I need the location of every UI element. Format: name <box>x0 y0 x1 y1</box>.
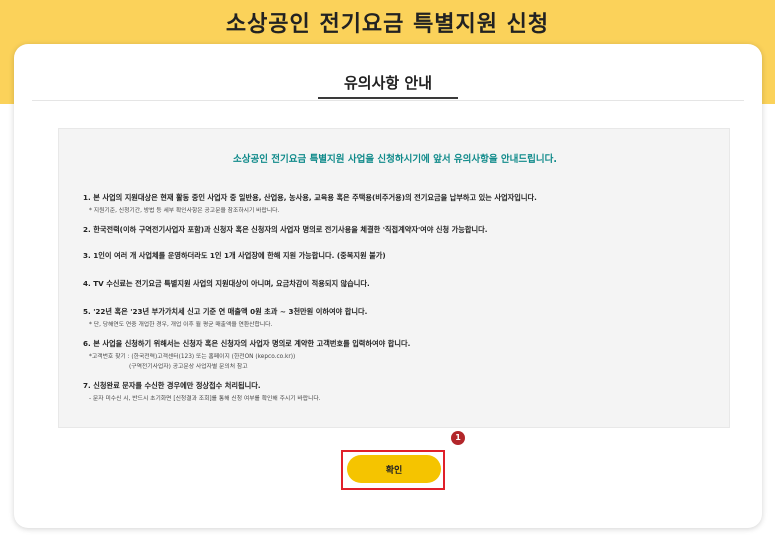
notice-item-6: 6. 본 사업을 신청하기 위해서는 신청자 혹은 신청자의 사업자 명의로 계… <box>83 339 713 370</box>
notice-title: 유의사항 안내 <box>343 74 433 92</box>
notice-item-text: 6. 본 사업을 신청하기 위해서는 신청자 혹은 신청자의 사업자 명의로 계… <box>83 339 411 348</box>
notice-content-box: 소상공인 전기요금 특별지원 사업을 신청하시기에 앞서 유의사항을 안내드립니… <box>58 128 730 428</box>
notice-item-subtext: * 지원기준, 신청기간, 방법 등 세부 확인사항은 공고문을 참조하시기 바… <box>89 208 280 214</box>
notice-item-3: 3. 1인이 여러 개 사업체를 운영하더라도 1인 1개 사업장에 한해 지원… <box>83 251 713 261</box>
title-divider <box>32 100 744 101</box>
notice-item-subtext: (구역전기사업자) 공고문상 사업자별 문의처 참고 <box>129 364 248 370</box>
notice-intro: 소상공인 전기요금 특별지원 사업을 신청하시기에 앞서 유의사항을 안내드립니… <box>233 154 557 165</box>
notice-item-text: 5. '22년 혹은 '23년 부가가치세 신고 기준 연 매출액 0원 초과 … <box>83 307 368 316</box>
notice-item-subtext: *고객번호 찾기 : (한국전력)고객센터(123) 또는 홈페이지 (한전ON… <box>89 354 296 360</box>
notice-item-text: 3. 1인이 여러 개 사업체를 운영하더라도 1인 1개 사업장에 한해 지원… <box>83 251 386 260</box>
notice-item-subtext: * 단, 당해연도 연중 개업한 경우, 개업 이후 월 평균 매출액을 연환산… <box>89 322 273 328</box>
step-number-badge: 1 <box>451 431 465 445</box>
notice-item-text: 1. 본 사업의 지원대상은 현재 활동 중인 사업자 중 일반용, 산업용, … <box>83 193 537 202</box>
notice-item-text: 7. 신청완료 문자를 수신한 경우에만 정상접수 처리됩니다. <box>83 381 261 390</box>
notice-item-4: 4. TV 수신료는 전기요금 특별지원 사업의 지원대상이 아니며, 요금차감… <box>83 279 713 289</box>
notice-item-subtext: - 문자 미수신 시, 반드시 초기화면 [신청결과 조회]를 통해 신청 여부… <box>89 396 321 402</box>
notice-item-text: 4. TV 수신료는 전기요금 특별지원 사업의 지원대상이 아니며, 요금차감… <box>83 279 370 288</box>
confirm-button[interactable]: 확인 <box>347 455 441 483</box>
notice-item-text: 2. 한국전력(이하 구역전기사업자 포함)과 신청자 혹은 신청자의 사업자 … <box>83 225 488 234</box>
title-underline <box>318 97 458 99</box>
notice-item-5: 5. '22년 혹은 '23년 부가가치세 신고 기준 연 매출액 0원 초과 … <box>83 307 713 328</box>
notice-card: 유의사항 안내 소상공인 전기요금 특별지원 사업을 신청하시기에 앞서 유의사… <box>14 44 762 528</box>
notice-item-7: 7. 신청완료 문자를 수신한 경우에만 정상접수 처리됩니다. - 문자 미수… <box>83 381 713 402</box>
page-title: 소상공인 전기요금 특별지원 신청 <box>225 12 550 37</box>
notice-item-2: 2. 한국전력(이하 구역전기사업자 포함)과 신청자 혹은 신청자의 사업자 … <box>83 225 713 235</box>
notice-item-1: 1. 본 사업의 지원대상은 현재 활동 중인 사업자 중 일반용, 산업용, … <box>83 193 713 214</box>
